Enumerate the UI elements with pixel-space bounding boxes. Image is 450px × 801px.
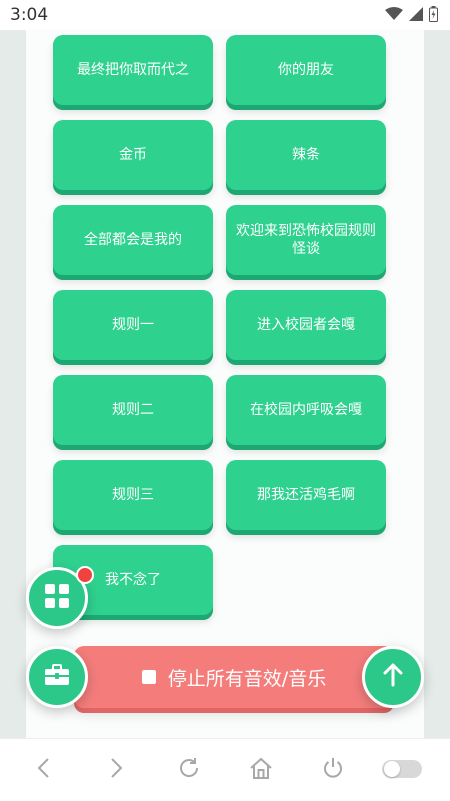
stop-all-button[interactable]: 停止所有音效/音乐 — [74, 646, 394, 708]
sound-button[interactable]: 在校园内呼吸会嘎 — [226, 375, 386, 445]
forward-icon — [110, 757, 124, 783]
home-icon — [249, 757, 273, 783]
refresh-button[interactable] — [176, 757, 202, 783]
wifi-icon — [385, 7, 403, 21]
power-icon — [322, 757, 344, 783]
sound-button[interactable]: 规则三 — [53, 460, 213, 530]
toggle-switch[interactable] — [382, 760, 422, 778]
sound-button[interactable]: 欢迎来到恐怖校园规则怪谈 — [226, 205, 386, 275]
status-bar: 3:04 — [0, 0, 450, 30]
status-time: 3:04 — [10, 5, 49, 25]
back-icon — [36, 757, 50, 783]
toolbox-icon — [44, 664, 70, 690]
sound-button[interactable]: 最终把你取而代之 — [53, 35, 213, 105]
left-margin — [0, 30, 26, 738]
sound-button[interactable]: 全部都会是我的 — [53, 205, 213, 275]
home-button[interactable] — [248, 757, 274, 783]
notification-badge — [76, 566, 94, 584]
battery-icon — [429, 6, 438, 22]
sound-button[interactable]: 那我还活鸡毛啊 — [226, 460, 386, 530]
sound-button[interactable]: 进入校园者会嘎 — [226, 290, 386, 360]
refresh-icon — [178, 757, 200, 783]
grid-icon — [44, 583, 70, 613]
stop-all-label: 停止所有音效/音乐 — [167, 667, 327, 690]
toggle-knob — [384, 761, 400, 777]
sound-button[interactable]: 辣条 — [226, 120, 386, 190]
sound-button[interactable]: 你的朋友 — [226, 35, 386, 105]
sound-button[interactable]: 规则一 — [53, 290, 213, 360]
signal-icon — [409, 7, 423, 21]
scroll-top-button[interactable] — [362, 646, 424, 708]
stop-icon — [141, 670, 156, 684]
power-button[interactable] — [320, 757, 346, 783]
sound-button[interactable]: 规则二 — [53, 375, 213, 445]
sound-board: 最终把你取而代之 你的朋友 金币 辣条 全部都会是我的 欢迎来到恐怖校园规则怪谈… — [26, 30, 424, 738]
arrow-up-icon — [382, 663, 404, 691]
back-button[interactable] — [30, 757, 56, 783]
toolbox-button[interactable] — [26, 646, 88, 708]
sound-button[interactable]: 金币 — [53, 120, 213, 190]
right-margin — [424, 30, 450, 738]
status-icons — [385, 6, 438, 22]
forward-button[interactable] — [104, 757, 130, 783]
